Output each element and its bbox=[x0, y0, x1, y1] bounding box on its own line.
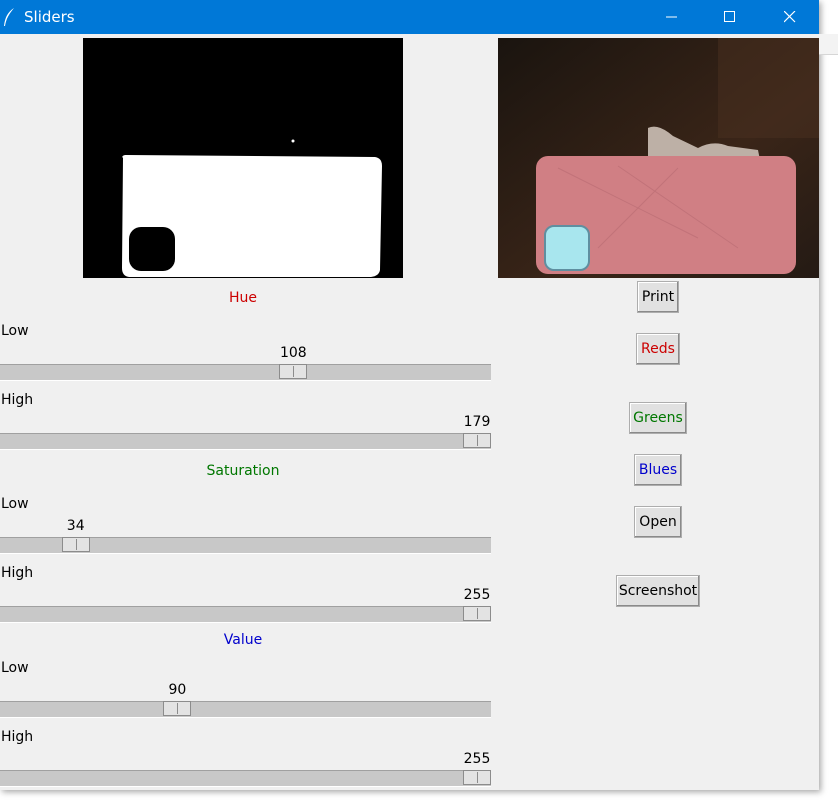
saturation-low-label: Low bbox=[1, 496, 29, 512]
saturation-high-slider-thumb[interactable] bbox=[463, 606, 491, 621]
print-button[interactable]: Print bbox=[637, 281, 679, 313]
minimize-button[interactable] bbox=[643, 0, 701, 34]
mask-image bbox=[83, 38, 403, 278]
saturation-title: Saturation bbox=[206, 463, 280, 479]
greens-button[interactable]: Greens bbox=[629, 402, 687, 434]
hue-high-slider-thumb[interactable] bbox=[463, 433, 491, 448]
blues-button[interactable]: Blues bbox=[634, 454, 682, 486]
hue-low-slider-thumb[interactable] bbox=[279, 364, 308, 379]
saturation-low-slider[interactable] bbox=[0, 537, 491, 554]
hue-low-value: 108 bbox=[279, 345, 307, 361]
hue-high-slider[interactable] bbox=[0, 433, 491, 450]
hue-title: Hue bbox=[228, 290, 257, 306]
value-title: Value bbox=[223, 632, 263, 648]
saturation-high-value: 255 bbox=[463, 587, 491, 603]
close-button[interactable] bbox=[761, 0, 819, 34]
value-low-slider-thumb[interactable] bbox=[163, 701, 192, 716]
hue-low-label: Low bbox=[1, 323, 29, 339]
saturation-low-slider-thumb[interactable] bbox=[61, 537, 90, 552]
background-window-edge bbox=[819, 34, 838, 55]
maximize-icon bbox=[724, 11, 736, 23]
value-low-slider[interactable] bbox=[0, 701, 491, 718]
reds-button[interactable]: Reds bbox=[636, 333, 680, 365]
screenshot-button[interactable]: Screenshot bbox=[616, 575, 700, 607]
value-high-label: High bbox=[1, 729, 34, 745]
title-bar[interactable]: Sliders bbox=[0, 0, 819, 34]
hue-high-label: High bbox=[1, 392, 34, 408]
value-high-slider-thumb[interactable] bbox=[463, 770, 491, 785]
saturation-high-slider[interactable] bbox=[0, 606, 491, 623]
value-high-slider[interactable] bbox=[0, 770, 491, 787]
window-title: Sliders bbox=[24, 8, 75, 26]
value-low-value: 90 bbox=[168, 682, 187, 698]
open-button[interactable]: Open bbox=[634, 506, 682, 538]
feather-icon bbox=[2, 7, 16, 27]
close-icon bbox=[784, 11, 796, 23]
minimize-icon bbox=[666, 11, 678, 23]
saturation-low-value: 34 bbox=[66, 518, 85, 534]
app-window: Sliders Hue Low 108 High 179 Saturation … bbox=[0, 0, 819, 790]
hue-high-value: 179 bbox=[463, 414, 491, 430]
value-low-label: Low bbox=[1, 660, 29, 676]
value-high-value: 255 bbox=[463, 751, 491, 767]
hue-low-slider[interactable] bbox=[0, 364, 491, 381]
maximize-button[interactable] bbox=[701, 0, 759, 34]
saturation-high-label: High bbox=[1, 565, 34, 581]
camera-image bbox=[498, 38, 819, 278]
